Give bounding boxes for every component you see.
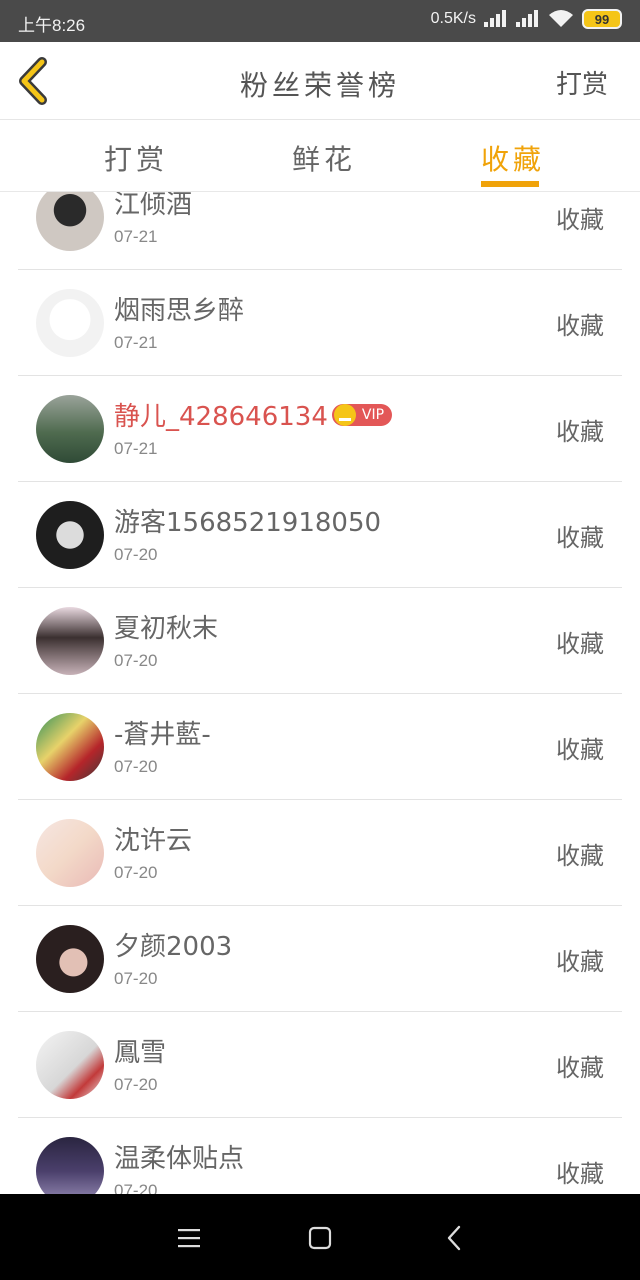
home-square-icon[interactable] xyxy=(306,1224,334,1252)
item-date: 07-20 xyxy=(114,651,158,670)
avatar[interactable] xyxy=(36,713,104,781)
net-speed: 0.5K/s xyxy=(430,10,476,27)
battery-level: 99 xyxy=(594,11,610,27)
action-label: 收藏 xyxy=(556,630,604,658)
avatar[interactable] xyxy=(36,1031,104,1099)
signal-icon xyxy=(484,9,508,29)
reward-button[interactable]: 打赏 xyxy=(556,64,608,101)
list-item[interactable]: 鳳雪 07-20 收藏 xyxy=(18,1012,622,1118)
vip-badge: VIP xyxy=(331,403,393,426)
item-date: 07-20 xyxy=(114,757,158,776)
user-name: 烟雨思乡醉 xyxy=(114,296,245,326)
item-date: 07-20 xyxy=(114,1075,158,1094)
user-name: 温柔体贴点 xyxy=(114,1144,245,1174)
user-name: 夏初秋末 xyxy=(114,614,219,644)
action-label: 收藏 xyxy=(556,736,604,764)
list-item[interactable]: 烟雨思乡醉 07-21 收藏 xyxy=(18,270,622,376)
user-name: 沈许云 xyxy=(114,826,193,856)
page-title: 粉丝荣誉榜 xyxy=(239,69,400,102)
signal-icon xyxy=(516,9,540,29)
list-item[interactable]: 静儿_428646134 VIP 07-21 收藏 xyxy=(18,376,622,482)
status-time: 上午8:26 xyxy=(18,16,86,35)
tab-favorites[interactable]: 收藏 xyxy=(481,138,545,178)
avatar[interactable] xyxy=(36,1137,104,1194)
user-name: 静儿_428646134 VIP xyxy=(114,396,393,433)
user-name: 夕颜2003 xyxy=(114,932,233,962)
item-date: 07-21 xyxy=(114,227,158,246)
tab-bar: 打赏 鲜花 收藏 xyxy=(0,120,640,192)
item-date: 07-20 xyxy=(114,545,158,564)
menu-icon[interactable] xyxy=(175,1224,203,1252)
item-date: 07-20 xyxy=(114,969,158,988)
user-name: 鳳雪 xyxy=(114,1038,167,1068)
avatar[interactable] xyxy=(36,819,104,887)
status-bar: 上午8:26 0.5K/s 99 xyxy=(0,0,640,42)
list-item[interactable]: 夏初秋末 07-20 收藏 xyxy=(18,588,622,694)
action-label: 收藏 xyxy=(556,206,604,234)
back-triangle-icon[interactable] xyxy=(441,1224,469,1252)
action-label: 收藏 xyxy=(556,418,604,446)
action-label: 收藏 xyxy=(556,1160,604,1188)
avatar[interactable] xyxy=(36,925,104,993)
fan-list[interactable]: 江倾酒 07-21 收藏 烟雨思乡醉 07-21 收藏 静儿_428646134… xyxy=(0,192,640,1194)
list-item[interactable]: 江倾酒 07-21 收藏 xyxy=(18,192,622,270)
list-item[interactable]: 温柔体贴点 07-20 收藏 xyxy=(18,1118,622,1194)
crown-icon xyxy=(333,403,356,426)
user-name: 游客1568521918050 xyxy=(114,508,382,538)
user-name: 江倾酒 xyxy=(114,192,193,220)
item-date: 07-20 xyxy=(114,1181,158,1194)
system-nav-bar xyxy=(0,1194,640,1280)
list-item[interactable]: 沈许云 07-20 收藏 xyxy=(18,800,622,906)
user-name: -蒼井藍- xyxy=(114,720,211,750)
item-date: 07-21 xyxy=(114,439,158,458)
title-bar: 粉丝荣誉榜 打赏 xyxy=(0,42,640,120)
avatar[interactable] xyxy=(36,192,104,251)
vip-label: VIP xyxy=(361,406,385,423)
user-name-text: 静儿_428646134 xyxy=(114,402,328,432)
action-label: 收藏 xyxy=(556,1054,604,1082)
item-date: 07-21 xyxy=(114,333,158,352)
tab-flowers[interactable]: 鲜花 xyxy=(292,138,356,178)
avatar[interactable] xyxy=(36,289,104,357)
action-label: 收藏 xyxy=(556,524,604,552)
action-label: 收藏 xyxy=(556,842,604,870)
avatar[interactable] xyxy=(36,501,104,569)
battery-icon: 99 xyxy=(582,9,622,29)
list-item[interactable]: 游客1568521918050 07-20 收藏 xyxy=(18,482,622,588)
status-indicators: 0.5K/s 99 xyxy=(431,9,622,29)
action-label: 收藏 xyxy=(556,312,604,340)
action-label: 收藏 xyxy=(556,948,604,976)
item-date: 07-20 xyxy=(114,863,158,882)
avatar[interactable] xyxy=(36,395,104,463)
tab-reward[interactable]: 打赏 xyxy=(104,138,168,178)
wifi-icon xyxy=(549,10,573,27)
active-tab-indicator xyxy=(481,181,539,187)
list-item[interactable]: 夕颜2003 07-20 收藏 xyxy=(18,906,622,1012)
avatar[interactable] xyxy=(36,607,104,675)
list-item[interactable]: -蒼井藍- 07-20 收藏 xyxy=(18,694,622,800)
